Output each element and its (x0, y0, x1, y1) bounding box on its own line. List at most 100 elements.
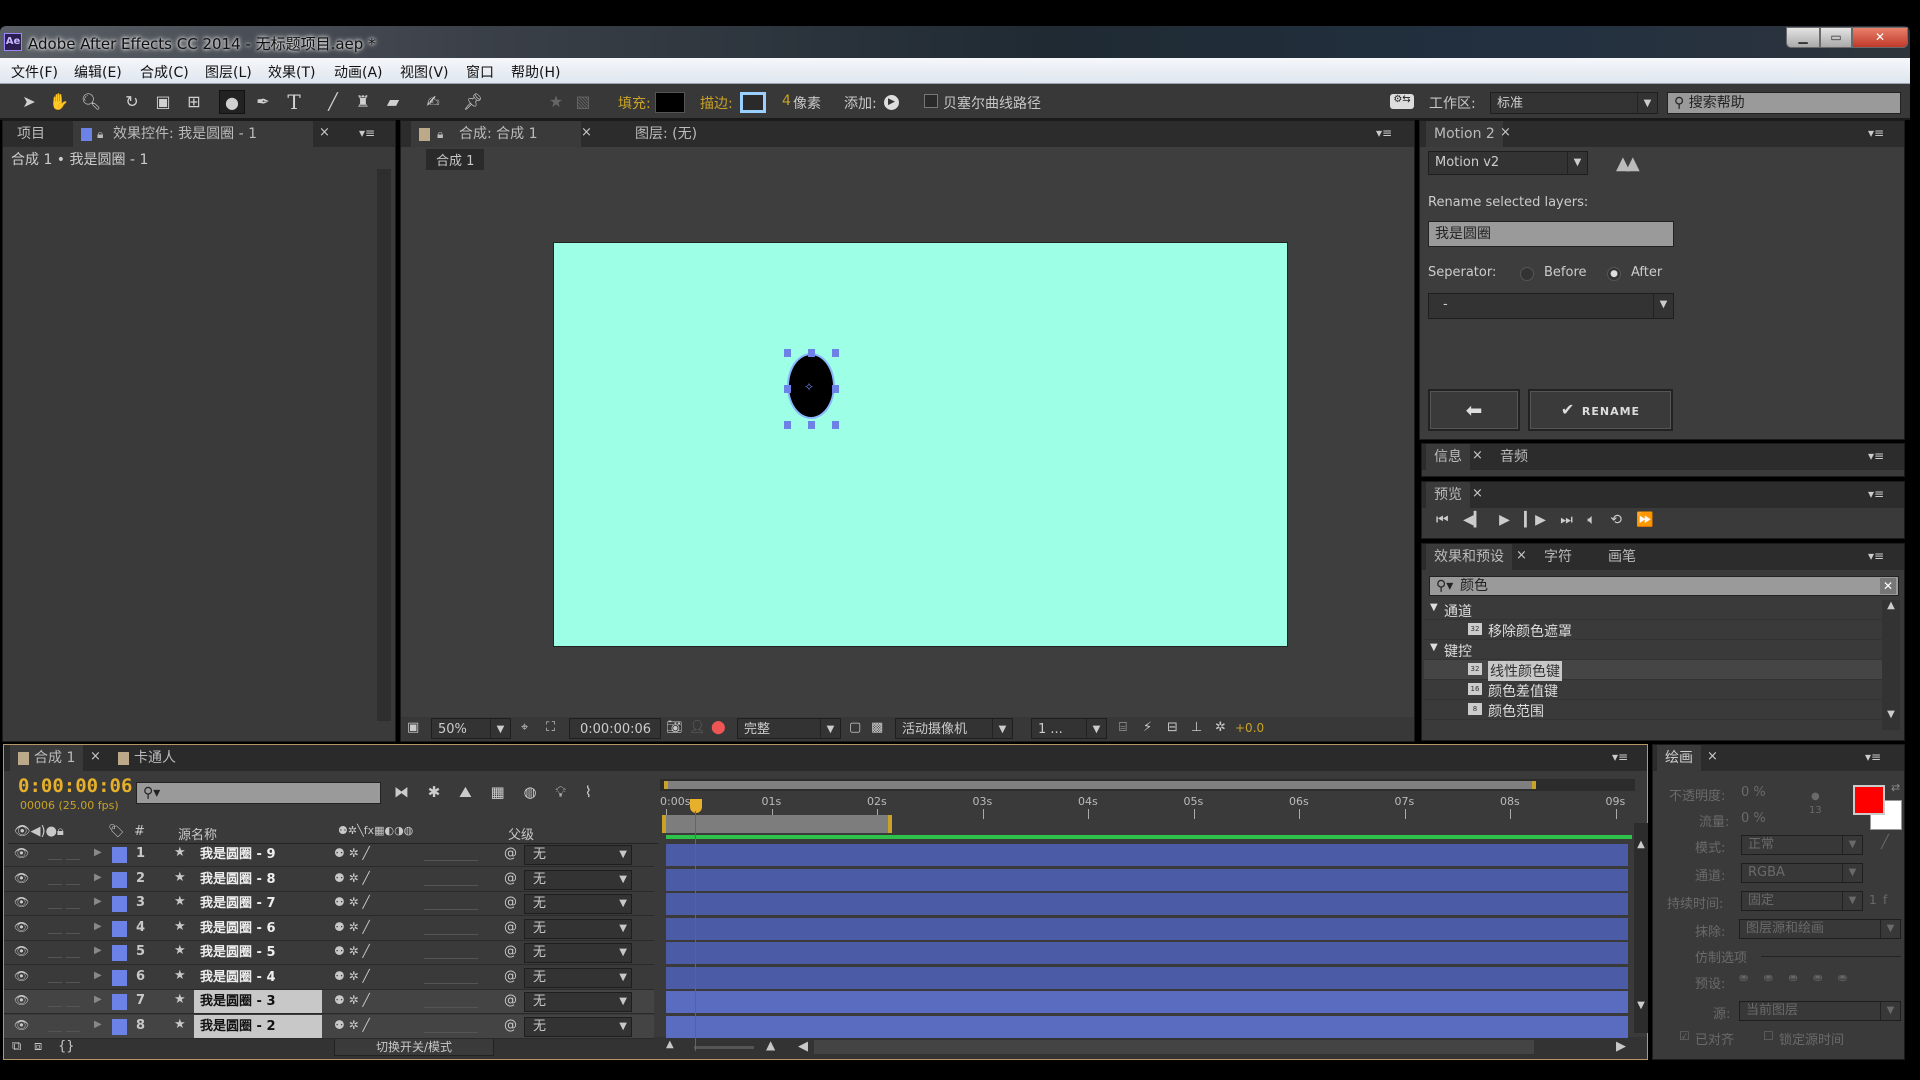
work-area-bar[interactable] (662, 815, 892, 833)
eye-icon[interactable]: 👁︎ (14, 993, 29, 1007)
exposure-reset-icon[interactable]: ✲ (1215, 720, 1226, 735)
transfer-controls-icon[interactable]: ⧈ (34, 1039, 42, 1054)
brush-tip-icon[interactable]: ● (1811, 791, 1820, 802)
swap-colors-icon[interactable]: ⇄ (1891, 781, 1900, 794)
clear-search-icon[interactable]: ✕ (1880, 578, 1896, 594)
timeline-horizontal-scrollbar[interactable] (814, 1040, 1534, 1054)
menu-effect[interactable]: 效果(T) (268, 62, 315, 82)
clone-preset-3[interactable]: ⛂ (1788, 971, 1797, 984)
work-area-navigator[interactable] (660, 779, 1635, 791)
anchor-point-icon[interactable]: ✧ (804, 380, 814, 394)
comp-mini-flowchart-icon[interactable]: ⧓ (394, 783, 409, 801)
handle-br[interactable] (832, 421, 839, 429)
pan-behind-tool[interactable]: ⊞ (181, 90, 207, 114)
comp-canvas[interactable]: ✧ (553, 242, 1288, 647)
selection-tool[interactable]: ➤ (16, 90, 42, 114)
ram-preview-button[interactable]: ⏩ (1636, 512, 1653, 528)
duration-dropdown[interactable]: 固定 ▼ (1741, 891, 1863, 911)
layer-row[interactable]: 👁︎ ▶ 7 ★ 我是圆圈 - 3 ⚉ ✲ ╱ @ 无 ▼ (4, 990, 654, 1014)
panel-menu-icon[interactable]: ▾≡ (1868, 487, 1884, 501)
solo-toggle[interactable] (48, 897, 62, 909)
tab-effect-controls[interactable]: 🔒︎ 效果控件: 我是圆圈 - 1 (73, 121, 313, 147)
hand-tool[interactable]: ✋ (46, 90, 72, 114)
menu-view[interactable]: 视图(V) (400, 62, 449, 82)
menu-animation[interactable]: 动画(A) (334, 62, 383, 82)
handle-tl[interactable] (784, 349, 791, 357)
lock-toggle[interactable] (66, 946, 80, 958)
transparency-grid-icon[interactable]: ▩ (871, 720, 883, 735)
label-color-chip[interactable] (112, 896, 127, 912)
solo-toggle[interactable] (48, 1020, 62, 1032)
parent-dropdown[interactable]: 无 ▼ (524, 894, 632, 914)
toggle-pixel-aspect-icon[interactable]: ⌸ (1119, 720, 1127, 735)
solo-toggle[interactable] (48, 946, 62, 958)
graph-editor-icon[interactable]: ⌇ (585, 783, 592, 801)
layer-duration-bar[interactable] (666, 991, 1628, 1013)
region-icon[interactable]: ▣ (407, 720, 419, 735)
layer-duration-bar[interactable] (666, 893, 1628, 915)
layer-mode-switches[interactable] (424, 896, 478, 910)
layer-switches[interactable]: ⚉ ✲ ╱ (334, 871, 370, 885)
tab-effects-presets[interactable]: 效果和预设 (1426, 544, 1512, 570)
pickwhip-icon[interactable]: @ (504, 944, 517, 959)
panel-menu-icon[interactable]: ▾≡ (1865, 750, 1881, 764)
stroke-width-value[interactable]: 4 (782, 93, 791, 109)
rename-button[interactable]: ✔ RENAME (1528, 389, 1673, 431)
panel-menu-icon[interactable]: ▾≡ (1376, 126, 1392, 140)
parent-dropdown[interactable]: 无 ▼ (524, 992, 632, 1012)
panel-menu-icon[interactable]: ▾≡ (359, 126, 375, 140)
workspace-sync-button[interactable]: ⚙⇆ (1390, 94, 1414, 109)
current-time-field[interactable]: 0:00:00:06 (569, 718, 661, 739)
expand-triangle-icon[interactable]: ▶ (94, 896, 102, 907)
clone-preset-2[interactable]: ⛂ (1764, 971, 1773, 984)
lock-toggle[interactable] (66, 971, 80, 983)
tab-paint[interactable]: 绘画 (1657, 745, 1701, 771)
eye-icon[interactable]: 👁︎ (14, 944, 29, 958)
maximize-button[interactable]: ▭ (1820, 27, 1852, 48)
show-snapshot-icon[interactable]: 👤︎ (689, 720, 706, 735)
layer-name[interactable]: 我是圆圈 - 9 (194, 843, 322, 866)
text-tool[interactable]: T (281, 90, 307, 114)
playhead-handle[interactable] (690, 799, 702, 813)
separator-dropdown[interactable]: - ▼ (1428, 293, 1674, 319)
tab-layer[interactable]: 图层: (无) (627, 121, 705, 147)
layer-duration-bar[interactable] (666, 868, 1628, 891)
close-button[interactable]: ✕ (1852, 27, 1908, 48)
eye-icon[interactable]: 👁︎ (14, 969, 29, 983)
layer-mode-switches[interactable] (424, 970, 478, 984)
tab-cartoon[interactable]: 卡通人 (110, 745, 184, 771)
layer-switches[interactable]: ⚉ ✲ ╱ (334, 1018, 370, 1032)
menu-window[interactable]: 窗口 (466, 62, 494, 82)
menu-composition[interactable]: 合成(C) (140, 62, 189, 82)
fast-previews-icon[interactable]: ⚡ (1143, 720, 1152, 735)
mask-view-icon[interactable]: ⛶ (546, 720, 555, 735)
handle-r[interactable] (832, 385, 839, 393)
snapshot-camera-icon[interactable]: 📷︎ (666, 720, 683, 735)
close-tab-icon[interactable]: × (1472, 486, 1483, 501)
pickwhip-icon[interactable]: @ (504, 846, 517, 861)
erase-dropdown[interactable]: 图层源和绘画 ▼ (1739, 919, 1901, 939)
minimize-button[interactable]: ▁ (1786, 27, 1820, 48)
layer-name[interactable]: 我是圆圈 - 7 (194, 892, 322, 915)
frame-blending-icon[interactable]: ▦ (491, 783, 505, 801)
scroll-up-icon[interactable]: ▲ (1634, 839, 1648, 850)
loop-button[interactable]: ⟲ (1610, 512, 1622, 528)
layer-row[interactable]: 👁︎ ▶ 2 ★ 我是圆圈 - 8 ⚉ ✲ ╱ @ 无 ▼ (4, 868, 654, 892)
lock-toggle[interactable] (66, 873, 80, 885)
menu-help[interactable]: 帮助(H) (511, 62, 560, 82)
solo-toggle[interactable] (48, 873, 62, 885)
close-tab-icon[interactable]: × (90, 749, 101, 764)
draft-3d-icon[interactable]: ✱ (428, 783, 441, 801)
ellipse-tool[interactable]: ● (219, 90, 245, 114)
solo-toggle[interactable] (48, 971, 62, 983)
close-tab-icon[interactable]: × (1707, 749, 1718, 764)
layer-row[interactable]: 👁︎ ▶ 4 ★ 我是圆圈 - 6 ⚉ ✲ ╱ @ 无 ▼ (4, 917, 654, 941)
mode-dropdown[interactable]: 正常 ▼ (1741, 835, 1863, 855)
time-navigator-bar[interactable] (664, 781, 1536, 789)
layer-name[interactable]: 我是圆圈 - 6 (194, 917, 322, 940)
eye-icon[interactable]: 👁︎ (14, 846, 29, 860)
handle-t[interactable] (808, 349, 815, 357)
lock-source-time-checkbox[interactable]: ☐ (1763, 1029, 1774, 1043)
pickwhip-icon[interactable]: @ (504, 993, 517, 1008)
views-dropdown[interactable]: 1 ... ▼ (1031, 718, 1107, 739)
